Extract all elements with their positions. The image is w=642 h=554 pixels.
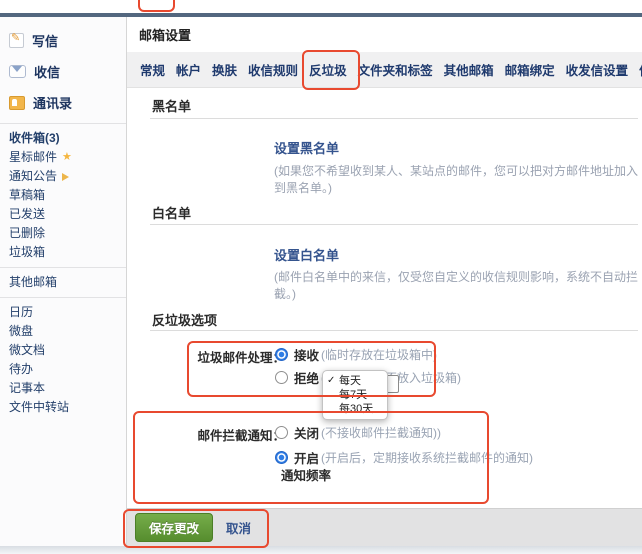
sidebar-item-announcements[interactable]: 通知公告 [0,167,126,186]
contacts-button[interactable]: 通讯录 [0,87,126,118]
frequency-label: 通知频率 [281,465,331,484]
radio-reject[interactable] [275,371,288,384]
tab-sendreceive-settings[interactable]: 收发信设置 [566,60,629,79]
divider [150,118,638,119]
weidocs-label: 微文档 [9,343,45,358]
sidebar-item-notes[interactable]: 记事本 [0,379,126,398]
off-option-desc: (不接收邮件拦截通知)) [321,424,441,441]
interception-option-off[interactable]: 关闭 (不接收邮件拦截通知)) [275,423,441,442]
radio-receive-selected[interactable] [275,348,288,361]
frequency-dropdown-menu: ✓ 每天 每7天 每30天 [322,370,388,420]
tab-folders-labels[interactable]: 文件夹和标签 [358,60,433,79]
speaker-icon [62,173,69,181]
interception-label: 邮件拦截通知： [187,425,285,444]
envelope-icon [9,65,26,78]
tab-account[interactable]: 帐户 [176,60,201,79]
cancel-link[interactable]: 取消 [226,518,251,537]
deleted-label: 已删除 [9,226,45,241]
set-whitelist-link[interactable]: 设置白名单 [274,245,339,264]
sidebar-item-weipan[interactable]: 微盘 [0,322,126,341]
contacts-icon [9,96,25,110]
settings-tabs: 常规 帐户 换肤 收信规则 反垃圾 文件夹和标签 其他邮箱 邮箱绑定 收发信设置… [127,52,642,88]
check-icon: ✓ [327,374,336,388]
set-blacklist-link[interactable]: 设置黑名单 [274,138,339,157]
star-icon: ★ [62,150,72,165]
menu-item-7days[interactable]: 每7天 [323,388,387,402]
starred-label: 星标邮件 [9,150,57,165]
receive-option-label: 接收 [294,345,319,364]
notes-label: 记事本 [9,381,45,396]
sidebar-item-deleted[interactable]: 已删除 [0,224,126,243]
divider [150,224,638,225]
sidebar-item-inbox[interactable]: 收件箱(3) [0,129,126,148]
tab-general[interactable]: 常规 [140,60,165,79]
tab-receive-rules[interactable]: 收信规则 [248,60,298,79]
sidebar-item-starred[interactable]: 星标邮件 ★ [0,148,126,167]
7days-label: 每7天 [339,388,367,402]
daily-label: 每天 [339,374,361,388]
receive-option-desc: (临时存放在垃圾箱中) [321,346,437,363]
menu-item-daily[interactable]: ✓ 每天 [323,374,387,388]
radio-off[interactable] [275,426,288,439]
tab-mailbox-binding[interactable]: 邮箱绑定 [505,60,555,79]
contacts-label: 通讯录 [33,93,72,112]
browser-chrome-strip [0,0,642,13]
divider [0,123,126,124]
calendar-label: 日历 [9,305,33,320]
whitelist-heading: 白名单 [152,203,191,222]
drafts-label: 草稿箱 [9,188,45,203]
file-transfer-label: 文件中转站 [9,400,69,415]
page-title: 邮箱设置 [139,25,191,44]
tab-other-mailbox[interactable]: 其他邮箱 [444,60,494,79]
menu-item-30days[interactable]: 每30天 [323,402,387,416]
sidebar-item-weidocs[interactable]: 微文档 [0,341,126,360]
sidebar-item-drafts[interactable]: 草稿箱 [0,186,126,205]
compose-button[interactable]: 写信 [0,25,126,56]
sent-label: 已发送 [9,207,45,222]
on-option-desc: (开启后，定期接收系统拦截邮件的通知) [321,449,533,466]
inbox-label: 收件箱(3) [9,131,60,146]
sidebar-item-todo[interactable]: 待办 [0,360,126,379]
30days-label: 每30天 [339,402,373,416]
compose-icon [9,33,24,48]
sidebar-item-sent[interactable]: 已发送 [0,205,126,224]
divider [0,297,126,298]
footer-bar: 保存更改 取消 [127,508,642,546]
reject-option-label: 拒绝 [294,368,319,387]
announcements-label: 通知公告 [9,169,57,184]
divider [0,267,126,268]
sidebar-item-other-mailbox[interactable]: 其他邮箱 [0,273,126,292]
sidebar-item-junk[interactable]: 垃圾箱 [0,243,126,262]
receive-label: 收信 [34,62,60,81]
weipan-label: 微盘 [9,324,33,339]
page-bottom-edge [0,546,642,554]
blacklist-desc: (如果您不希望收到某人、某站点的邮件，您可以把对方邮件地址加入到黑名单。) [274,162,642,196]
blacklist-heading: 黑名单 [152,96,191,115]
todo-label: 待办 [9,362,33,377]
junk-label: 垃圾箱 [9,245,45,260]
sidebar: 写信 收信 通讯录 收件箱(3) 星标邮件 ★ 通知公告 草稿箱 已发送 已删除 [0,17,127,546]
radio-on-selected[interactable] [275,451,288,464]
off-option-label: 关闭 [294,423,319,442]
divider [150,330,638,331]
compose-label: 写信 [32,31,58,50]
tab-skin[interactable]: 换肤 [212,60,237,79]
antispam-options-heading: 反垃圾选项 [152,310,217,329]
save-button[interactable]: 保存更改 [135,513,213,542]
sidebar-item-calendar[interactable]: 日历 [0,303,126,322]
other-mailbox-label: 其他邮箱 [9,275,57,290]
tab-antispam[interactable]: 反垃圾 [309,60,347,79]
spam-handling-label: 垃圾邮件处理： [187,347,285,366]
antispam-panel: 黑名单 设置黑名单 (如果您不希望收到某人、某站点的邮件，您可以把对方邮件地址加… [127,88,642,508]
receive-mail-button[interactable]: 收信 [0,56,126,87]
spam-option-receive[interactable]: 接收 (临时存放在垃圾箱中) [275,345,437,364]
sidebar-item-file-transfer[interactable]: 文件中转站 [0,398,126,417]
whitelist-desc: (邮件白名单中的来信，仅受您自定义的收信规则影响，系统不自动拦截。) [274,268,642,302]
